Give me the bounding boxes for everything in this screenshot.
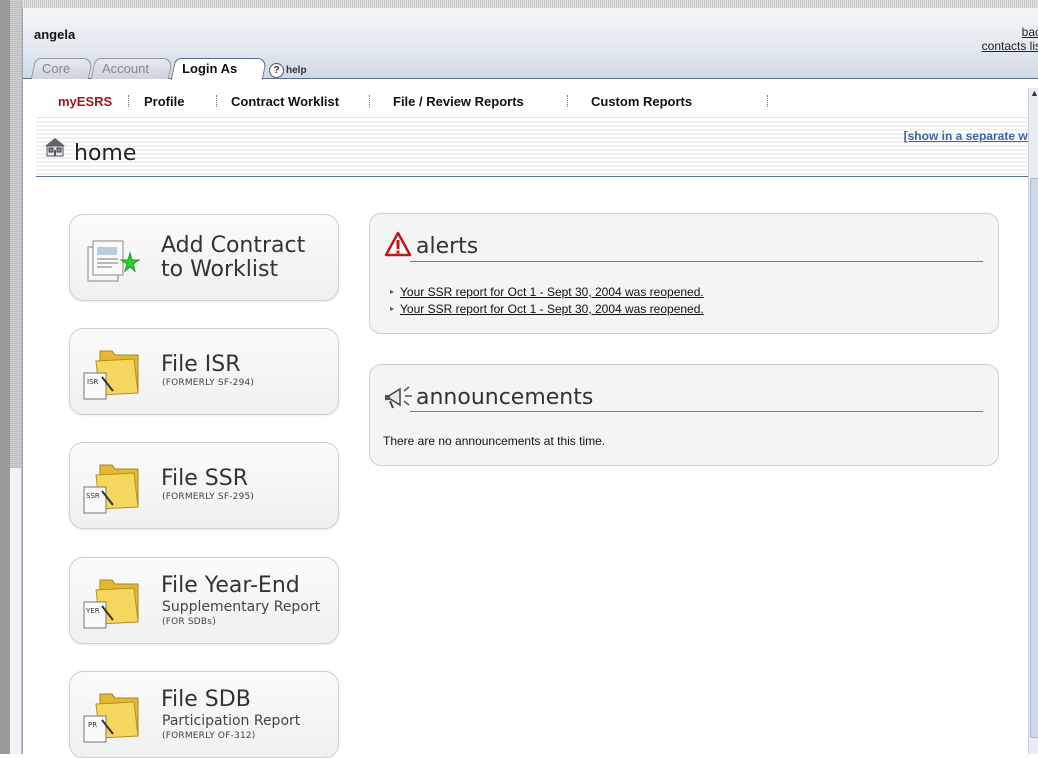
nav-file-review-reports[interactable]: File / Review Reports — [393, 94, 524, 109]
header: angela bac contacts lis Core Account Log… — [23, 8, 1038, 80]
announcements-panel: announcements There are no announcements… — [369, 364, 999, 466]
warning-icon — [384, 231, 412, 257]
contacts-list-link[interactable]: contacts lis — [982, 39, 1038, 53]
file-isr-label: File ISR — [161, 352, 241, 377]
folder-icon: SSR — [83, 464, 139, 514]
nav-separator — [216, 95, 217, 107]
alert-link[interactable]: Your SSR report for Oct 1 - Sept 30, 200… — [400, 285, 704, 299]
nav-myesrs[interactable]: myESRS — [58, 94, 112, 109]
file-year-end-subtitle: Supplementary Report — [162, 599, 321, 615]
pr-badge: PR — [88, 721, 97, 729]
tab-core[interactable]: Core — [30, 58, 94, 79]
isr-badge: ISR — [87, 378, 99, 386]
tab-account[interactable]: Account — [90, 58, 174, 79]
folder-icon: PR — [83, 693, 139, 743]
nav-separator — [767, 95, 768, 107]
megaphone-icon — [385, 386, 412, 409]
announcements-empty-text: There are no announcements at this time. — [383, 434, 606, 448]
alerts-rule — [410, 261, 983, 262]
file-year-end-label: File Year-End — [161, 573, 300, 598]
file-isr-note: (FORMERLY SF-294) — [162, 378, 255, 388]
back-link[interactable]: bac — [1022, 25, 1038, 39]
alert-link[interactable]: Your SSR report for Oct 1 - Sept 30, 200… — [400, 302, 704, 316]
nav-separator — [567, 95, 568, 107]
folder-icon: ISR — [83, 350, 139, 400]
separate-window-link[interactable]: [show in a separate windo — [904, 129, 1038, 143]
nav-contract-worklist[interactable]: Contract Worklist — [231, 94, 339, 109]
file-ssr-note: (FORMERLY SF-295) — [162, 492, 255, 502]
tab-login-as[interactable]: Login As — [170, 58, 268, 80]
file-sdb-button[interactable]: PR File SDB Participation Report (FORMER… — [69, 671, 339, 758]
arrow-bullet-icon: ▸ — [390, 304, 395, 313]
add-contract-label-1: Add Contract — [161, 233, 306, 258]
add-contract-button[interactable]: Add Contract to Worklist — [69, 214, 339, 301]
help-icon: ? — [269, 63, 284, 78]
help-button[interactable]: ? help — [269, 63, 307, 78]
arrow-bullet-icon: ▸ — [390, 287, 395, 296]
nav-separator — [369, 95, 370, 107]
left-gutter-lower — [10, 468, 21, 754]
page-title-band: home [show in a separate windo — [36, 119, 1038, 177]
nav-custom-reports[interactable]: Custom Reports — [591, 94, 692, 109]
file-sdb-note: (FORMERLY OF-312) — [162, 731, 256, 741]
scrollbar-thumb[interactable] — [1030, 178, 1038, 738]
nav-separator — [128, 95, 129, 107]
add-contract-icon — [87, 240, 141, 282]
nav-profile[interactable]: Profile — [144, 94, 184, 109]
yer-badge: YER — [85, 607, 100, 615]
announcements-title: announcements — [416, 385, 594, 410]
page-title: home — [74, 141, 137, 166]
vertical-scrollbar[interactable]: ▲ — [1028, 88, 1038, 754]
scroll-up-arrow-icon[interactable]: ▲ — [1029, 88, 1038, 104]
alerts-title: alerts — [416, 234, 479, 259]
file-ssr-label: File SSR — [161, 466, 249, 491]
file-sdb-subtitle: Participation Report — [162, 713, 301, 729]
file-isr-button[interactable]: ISR File ISR (FORMERLY SF-294) — [69, 328, 339, 415]
username-label: angela — [34, 27, 76, 42]
folder-icon: YER — [83, 579, 139, 629]
file-year-end-note: (FOR SDBs) — [162, 617, 216, 627]
home-icon — [45, 138, 65, 157]
ssr-badge: SSR — [86, 492, 100, 500]
file-ssr-button[interactable]: SSR File SSR (FORMERLY SF-295) — [69, 442, 339, 529]
announcements-rule — [410, 411, 983, 412]
main-nav: myESRS Profile Contract Worklist File / … — [36, 88, 1033, 118]
app-frame: angela bac contacts lis Core Account Log… — [22, 8, 1038, 758]
file-year-end-button[interactable]: YER File Year-End Supplementary Report (… — [69, 557, 339, 644]
file-sdb-label: File SDB — [161, 687, 251, 712]
alerts-panel: alerts ▸ Your SSR report for Oct 1 - Sep… — [369, 213, 999, 334]
left-gutter — [0, 0, 10, 754]
add-contract-label-2: to Worklist — [161, 257, 279, 282]
top-frame-rule — [22, 0, 1038, 8]
